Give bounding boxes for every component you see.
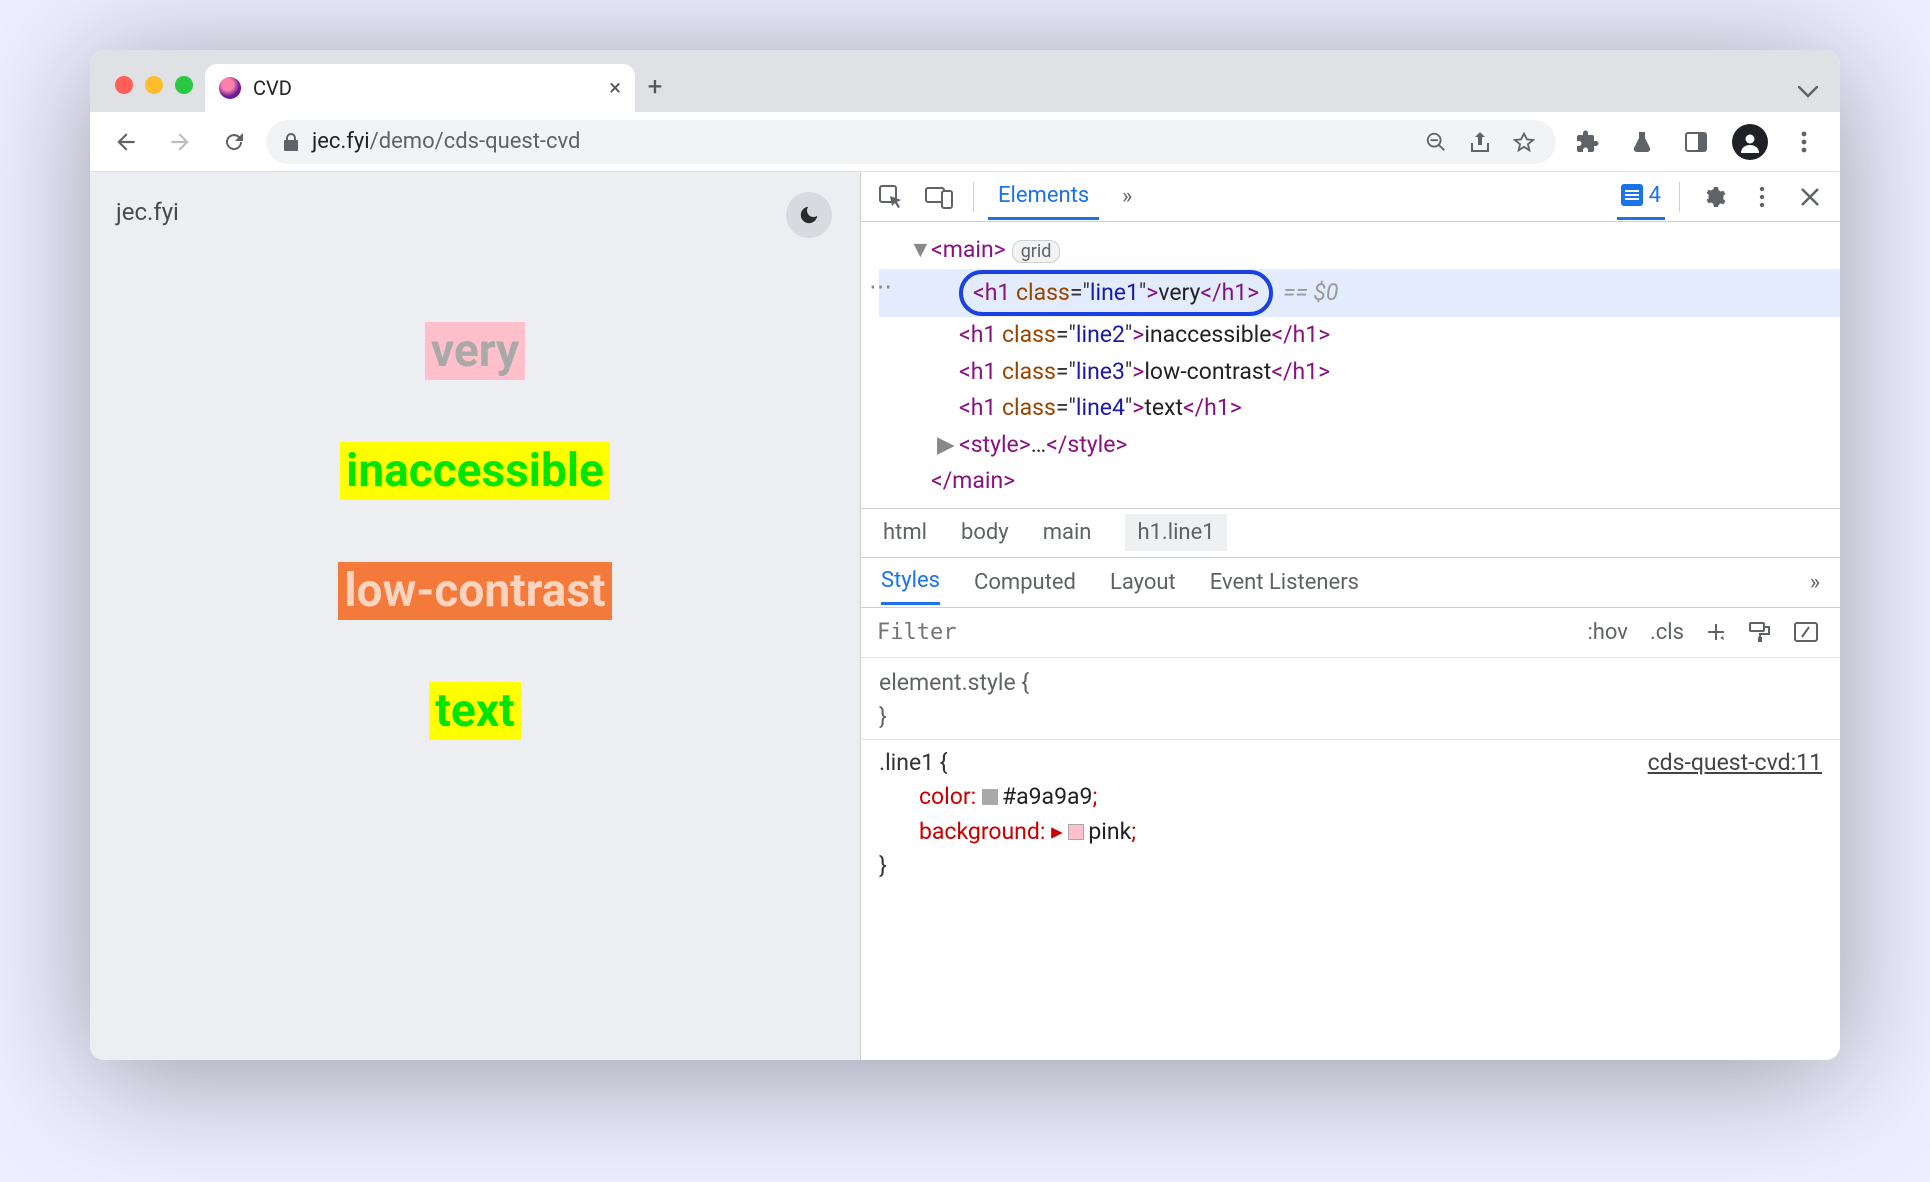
extensions-button[interactable] — [1566, 120, 1610, 164]
close-tab-button[interactable]: × — [609, 76, 621, 101]
color-swatch[interactable] — [1068, 824, 1084, 840]
devtools-menu-button[interactable] — [1742, 186, 1782, 208]
breadcrumb-item[interactable]: body — [961, 520, 1009, 545]
toolbar: jec.fyi/demo/cds-quest-cvd — [90, 112, 1840, 172]
side-panel-button[interactable] — [1674, 120, 1718, 164]
css-property[interactable]: background: ▸ pink; — [879, 815, 1822, 850]
settings-button[interactable] — [1694, 185, 1734, 209]
demo-text-line1: very — [425, 322, 525, 380]
color-swatch[interactable] — [982, 789, 998, 805]
css-property[interactable]: color: #a9a9a9; — [879, 780, 1822, 815]
cls-button[interactable]: .cls — [1644, 620, 1690, 645]
breadcrumb-item[interactable]: main — [1043, 520, 1092, 545]
issues-count: 4 — [1649, 183, 1661, 208]
window-controls — [105, 76, 205, 112]
url-text: jec.fyi/demo/cds-quest-cvd — [312, 129, 1408, 154]
demo-text-line3: low-contrast — [338, 562, 611, 620]
back-button[interactable] — [104, 120, 148, 164]
page-viewport: jec.fyi very inaccessible low-contrast t… — [90, 172, 860, 1060]
new-tab-button[interactable]: + — [635, 72, 675, 112]
breadcrumb-item[interactable]: html — [883, 520, 927, 545]
close-window-button[interactable] — [115, 76, 133, 94]
dom-breadcrumbs: html body main h1.line1 — [861, 508, 1840, 558]
reload-button[interactable] — [212, 120, 256, 164]
issues-button[interactable]: 4 — [1617, 174, 1665, 220]
styles-tab[interactable]: Styles — [881, 559, 940, 605]
favicon-icon — [219, 77, 241, 99]
dom-node[interactable]: <h1 class="line3">low-contrast</h1> — [879, 354, 1840, 391]
dom-node[interactable]: ▶<style>…</style> — [879, 427, 1840, 464]
dom-node[interactable]: <h1 class="line2">inaccessible</h1> — [879, 317, 1840, 354]
tab-list-button[interactable] — [1798, 86, 1840, 112]
browser-window: CVD × + jec.fyi/demo/cds-quest-cvd jec.f… — [90, 50, 1840, 1060]
lock-icon — [282, 132, 300, 152]
hov-button[interactable]: :hov — [1581, 620, 1634, 645]
menu-button[interactable] — [1782, 120, 1826, 164]
profile-button[interactable] — [1728, 120, 1772, 164]
grid-badge[interactable]: grid — [1012, 240, 1061, 263]
layout-tab[interactable]: Layout — [1110, 559, 1176, 605]
dom-node-selected[interactable]: ⋯<h1 class="line1">very</h1>== $0 — [879, 269, 1840, 318]
theme-toggle-button[interactable] — [786, 192, 832, 238]
browser-tab[interactable]: CVD × — [205, 64, 635, 112]
tab-title: CVD — [253, 76, 597, 100]
close-devtools-button[interactable] — [1790, 187, 1830, 207]
inspect-element-button[interactable] — [871, 184, 911, 210]
device-toolbar-button[interactable] — [919, 185, 959, 209]
computed-toggle-button[interactable] — [1788, 622, 1824, 642]
maximize-window-button[interactable] — [175, 76, 193, 94]
devtools-panel: Elements » 4 ▼<main>grid ⋯<h1 class="lin… — [860, 172, 1840, 1060]
zoom-icon[interactable] — [1420, 131, 1452, 153]
css-rule-selector[interactable]: .line1 { — [879, 749, 948, 776]
devtools-tabbar: Elements » 4 — [861, 172, 1840, 222]
labs-button[interactable] — [1620, 120, 1664, 164]
new-style-rule-button[interactable] — [1700, 622, 1732, 642]
styles-filter-input[interactable] — [877, 620, 1571, 645]
styles-filter-bar: :hov .cls — [861, 608, 1840, 658]
styles-tabbar: Styles Computed Layout Event Listeners » — [861, 558, 1840, 608]
dom-node[interactable]: </main> — [879, 463, 1840, 500]
dom-tree[interactable]: ▼<main>grid ⋯<h1 class="line1">very</h1>… — [861, 222, 1840, 508]
element-style-block[interactable]: element.style { — [879, 666, 1822, 701]
event-listeners-tab[interactable]: Event Listeners — [1210, 559, 1359, 605]
share-icon[interactable] — [1464, 131, 1496, 153]
more-tabs-button[interactable]: » — [1107, 184, 1147, 209]
source-link[interactable]: cds-quest-cvd:11 — [1648, 746, 1822, 781]
dom-node[interactable]: <h1 class="line4">text</h1> — [879, 390, 1840, 427]
styles-pane[interactable]: element.style { } .line1 {cds-quest-cvd:… — [861, 658, 1840, 892]
forward-button[interactable] — [158, 120, 202, 164]
breadcrumb-item-active[interactable]: h1.line1 — [1125, 514, 1226, 551]
computed-tab[interactable]: Computed — [974, 559, 1076, 605]
demo-text-line2: inaccessible — [340, 442, 610, 500]
elements-tab[interactable]: Elements — [988, 174, 1099, 220]
demo-text-line4: text — [429, 682, 520, 740]
page-heading: jec.fyi — [116, 198, 834, 226]
minimize-window-button[interactable] — [145, 76, 163, 94]
avatar-icon — [1732, 124, 1768, 160]
paint-button[interactable] — [1742, 621, 1778, 643]
more-subtabs-button[interactable]: » — [1810, 559, 1820, 605]
bookmark-icon[interactable] — [1508, 131, 1540, 153]
issues-icon — [1621, 184, 1643, 206]
address-bar[interactable]: jec.fyi/demo/cds-quest-cvd — [266, 120, 1556, 164]
tab-strip: CVD × + — [90, 50, 1840, 112]
